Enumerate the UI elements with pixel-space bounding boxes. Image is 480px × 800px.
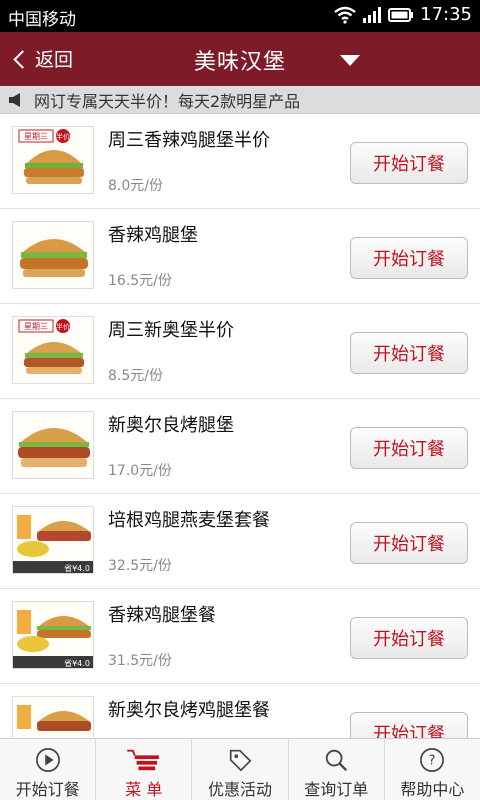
weekday-badge-text: 星期三: [24, 132, 48, 141]
save-badge-text: 省¥4.0: [64, 658, 90, 668]
bottom-tab-bar: 开始订餐 菜 单 优惠活动 查询订单 ? 帮助中心: [0, 738, 480, 800]
product-image: 省¥4.0: [12, 601, 94, 669]
title-bar: 返回 美味汉堡: [0, 32, 480, 86]
speaker-icon: [9, 92, 20, 107]
product-name: 新奥尔良烤鸡腿堡餐: [108, 700, 270, 721]
product-item[interactable]: 星期三 半价 周三新奥堡半价 8.5元/份 开始订餐: [0, 304, 480, 399]
order-button[interactable]: 开始订餐: [350, 237, 468, 279]
half-price-badge-text: 半价: [56, 132, 70, 141]
product-price: 32.5元/份: [108, 558, 172, 574]
product-image: [12, 411, 94, 479]
tab-help-center[interactable]: ? 帮助中心: [385, 739, 480, 800]
play-circle-icon: [35, 748, 60, 772]
product-item[interactable]: 省¥4.0 香辣鸡腿堡餐 31.5元/份 开始订餐: [0, 589, 480, 684]
svg-text:?: ?: [429, 754, 436, 769]
tab-start-order[interactable]: 开始订餐: [0, 739, 97, 800]
half-price-badge-text: 半价: [56, 322, 70, 331]
tab-label: 帮助中心: [400, 780, 465, 799]
product-image: [12, 221, 94, 289]
order-button[interactable]: 开始订餐: [350, 332, 468, 374]
carrier-name: 中国移动: [8, 10, 76, 30]
cart-icon: [127, 749, 159, 771]
product-image: 星期三 半价: [12, 126, 94, 194]
tab-label: 菜 单: [125, 780, 163, 799]
tab-menu[interactable]: 菜 单: [96, 739, 193, 800]
product-price: 31.5元/份: [108, 653, 172, 669]
order-button[interactable]: 开始订餐: [350, 522, 468, 564]
save-badge-text: 省¥4.0: [64, 563, 90, 573]
order-button[interactable]: 开始订餐: [350, 142, 468, 184]
product-name: 新奥尔良烤腿堡: [108, 415, 234, 436]
product-item[interactable]: 省¥4.0 培根鸡腿燕麦堡套餐 32.5元/份 开始订餐: [0, 494, 480, 589]
status-bar: 中国移动 17:35: [0, 0, 480, 32]
notice-bar[interactable]: 网订专属天天半价！每天2款明星产品: [0, 86, 480, 114]
wifi-icon: [334, 6, 356, 24]
dropdown-arrow-icon[interactable]: [340, 55, 360, 66]
product-name: 香辣鸡腿堡餐: [108, 605, 216, 626]
help-circle-icon: ?: [420, 748, 445, 772]
signal-icon: [363, 6, 382, 23]
order-button[interactable]: 开始订餐: [350, 617, 468, 659]
tab-order-query[interactable]: 查询订单: [289, 739, 385, 800]
product-price: 16.5元/份: [108, 273, 172, 289]
tab-label: 开始订餐: [15, 780, 80, 799]
product-image: 星期三 半价: [12, 316, 94, 384]
clock: 17:35: [420, 4, 472, 25]
page-title: 美味汉堡: [193, 50, 286, 75]
product-name: 周三新奥堡半价: [108, 320, 234, 341]
product-image: [12, 696, 94, 738]
product-price: 17.0元/份: [108, 463, 172, 479]
search-icon: [325, 749, 348, 772]
product-list[interactable]: 星期三 半价 周三香辣鸡腿堡半价 8.0元/份 开始订餐 香辣鸡腿堡 16.5元…: [0, 114, 480, 738]
tab-label: 优惠活动: [208, 780, 273, 799]
product-item[interactable]: 香辣鸡腿堡 16.5元/份 开始订餐: [0, 209, 480, 304]
product-name: 香辣鸡腿堡: [108, 225, 198, 246]
order-button[interactable]: 开始订餐: [350, 427, 468, 469]
battery-icon: [388, 7, 414, 22]
status-icons: 17:35: [334, 4, 472, 25]
product-name: 周三香辣鸡腿堡半价: [108, 130, 270, 151]
tag-icon: [229, 749, 252, 772]
product-price: 8.0元/份: [108, 178, 163, 194]
notice-text: 网订专属天天半价！每天2款明星产品: [34, 91, 301, 111]
weekday-badge-text: 星期三: [24, 322, 48, 331]
tab-promotions[interactable]: 优惠活动: [192, 739, 289, 800]
tab-label: 查询订单: [304, 780, 369, 799]
product-name: 培根鸡腿燕麦堡套餐: [108, 510, 270, 531]
product-item[interactable]: 新奥尔良烤腿堡 17.0元/份 开始订餐: [0, 399, 480, 494]
product-item[interactable]: 新奥尔良烤鸡腿堡餐 开始订餐: [0, 684, 480, 738]
order-button[interactable]: 开始订餐: [350, 712, 468, 738]
product-item[interactable]: 星期三 半价 周三香辣鸡腿堡半价 8.0元/份 开始订餐: [0, 114, 480, 209]
product-price: 8.5元/份: [108, 368, 163, 384]
product-image: 省¥4.0: [12, 506, 94, 574]
